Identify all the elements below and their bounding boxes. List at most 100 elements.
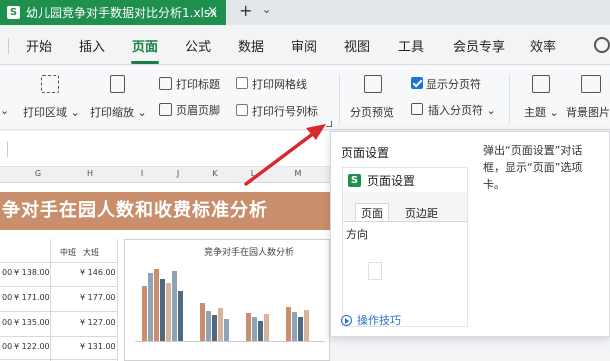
formula-bar[interactable] [0,131,330,167]
grid-line [0,311,117,312]
show-page-breaks-label: 显示分页符 [426,78,481,91]
chart-bar [304,310,309,341]
chart-bar [298,317,303,341]
tooltip-title: 页面设置 [341,146,390,160]
menu-tab-review[interactable]: 审阅 [291,36,317,55]
grid-line [50,239,51,361]
table-cell[interactable]: ¥ 131.00 [80,342,116,351]
page-setup-launcher-icon[interactable] [326,121,332,127]
table-cell[interactable]: 00 [2,318,12,327]
portrait-page-icon [368,262,382,280]
table-cell[interactable]: ¥ 171.00 [14,293,50,302]
sheet-banner-title: 争对手在园人数和收费标准分析 [0,192,330,230]
table-cell[interactable]: ¥ 135.00 [14,318,50,327]
print-scale-button[interactable]: 打印缩放 ⌄ [90,104,147,120]
print-area-button[interactable]: 打印区域 ⌄ [23,104,80,120]
table-cell[interactable]: ¥ 177.00 [80,293,116,302]
column-header[interactable]: H [80,169,100,178]
column-header[interactable]: M [288,169,308,178]
tab-list-dropdown-icon[interactable]: ⌄ [262,3,271,16]
background-image-button[interactable]: 背景图片 [566,104,610,120]
tooltip-description: 弹出“页面设置”对话框，显示“页面”选项卡。 [483,144,583,191]
table-cell[interactable]: ¥ 138.00 [14,268,50,277]
app-window: S 幼儿园竞争对手数据对比分析1.xlsx × + ⌄ 开始 插入 页面 公式 … [0,0,610,361]
close-tab-icon[interactable]: × [207,4,218,19]
active-tab-indicator [131,61,159,64]
grid-line [0,262,117,263]
preview-header: S 页面设置 [343,168,467,192]
chart-bar [264,314,269,341]
table-cell[interactable]: ¥ 127.00 [80,318,116,327]
search-icon[interactable] [594,37,610,53]
print-titles-button[interactable]: 打印标题 [176,76,220,92]
table-cell[interactable]: 00 [2,268,12,277]
chart-bar [246,313,251,341]
menu-bar: 开始 插入 页面 公式 数据 审阅 视图 工具 会员专享 效率 [0,25,610,65]
spreadsheet-icon: S [7,6,20,19]
table-cell[interactable]: ¥ 146.00 [80,268,116,277]
chart-bar [178,291,183,341]
chart-bar [172,271,177,341]
chart-bar [292,312,297,341]
embedded-chart[interactable]: 竞争对手在园人数分析 [124,239,330,361]
menu-tab-view[interactable]: 视图 [344,36,370,55]
table-cell[interactable]: ¥ 122.00 [14,342,50,351]
chart-bar [160,279,165,341]
menu-tab-tools[interactable]: 工具 [398,36,424,55]
print-titles-icon [159,77,172,90]
chart-bar [224,319,229,341]
print-area-icon [41,75,59,93]
column-headers: G H I J K L M [0,167,330,183]
play-icon [341,314,352,326]
menu-tab-home[interactable]: 开始 [26,36,52,55]
theme-button[interactable]: 主题 ⌄ [524,104,559,120]
ribbon-cutoff-arrow: ⌄ [0,104,10,117]
document-tab[interactable]: S 幼儿园竞争对手数据对比分析1.xlsx × [0,0,226,25]
column-header[interactable]: G [28,169,48,178]
tips-link-label: 操作技巧 [357,314,401,327]
worksheet-grid[interactable]: 争对手在园人数和收费标准分析 中班 大班 00 ¥ 138.00 ¥ 146.0… [0,183,330,361]
header-footer-button[interactable]: 页眉页脚 [176,102,220,118]
theme-label: 主题 [524,106,546,119]
preview-orientation-label: 方向 [346,228,368,241]
grid-line [117,239,118,361]
chart-bar [218,308,223,341]
show-page-breaks-checkbox[interactable] [411,77,423,89]
print-area-label: 打印区域 [23,106,67,119]
add-tab-icon[interactable]: + [239,1,252,20]
menu-tab-data[interactable]: 数据 [238,36,264,55]
column-header[interactable]: J [168,169,188,178]
menu-tab-page[interactable]: 页面 [132,36,158,55]
preview-title: 页面设置 [367,173,416,188]
chart-bar [252,317,257,341]
menu-tab-insert[interactable]: 插入 [79,36,105,55]
menu-tab-efficiency[interactable]: 效率 [530,36,556,55]
preview-tabs: 页面 页边距 [343,201,467,222]
menu-tab-member[interactable]: 会员专享 [453,36,505,55]
insert-page-break-button[interactable]: 插入分页符 ⌄ [428,102,496,118]
chart-bar [166,283,171,341]
table-cell[interactable]: 00 [2,293,12,302]
menu-tab-formulas[interactable]: 公式 [185,36,211,55]
grid-line [0,359,117,360]
tips-link[interactable]: 操作技巧 [341,312,401,328]
chart-bar [258,321,263,341]
chart-bar [206,311,211,341]
title-bar: S 幼儿园竞争对手数据对比分析1.xlsx × + ⌄ [0,0,610,25]
ribbon-toolbar: ⌄ 打印区域 ⌄ 打印缩放 ⌄ 打印标题 页眉页脚 打印网格线 打印行号列标 分… [0,66,610,130]
document-tab-title: 幼儿园竞争对手数据对比分析1.xlsx [26,6,218,20]
table-cell[interactable]: 00 [2,342,12,351]
chart-bar [212,315,217,341]
preview-tab-margins: 页边距 [405,207,438,220]
header-footer-icon [159,103,172,116]
print-gridlines-checkbox[interactable] [236,77,248,89]
page-break-preview-button[interactable]: 分页预览 [350,104,394,120]
column-header[interactable]: I [132,169,152,178]
column-header[interactable]: L [243,169,263,178]
page-setup-dialog-preview: S 页面设置 页面 页边距 方向 [342,167,468,327]
status-area [330,337,610,361]
column-header[interactable]: K [205,169,225,178]
print-row-col-headers-label: 打印行号列标 [252,105,318,118]
print-row-col-headers-checkbox[interactable] [236,104,248,116]
chart-axis [135,341,325,342]
